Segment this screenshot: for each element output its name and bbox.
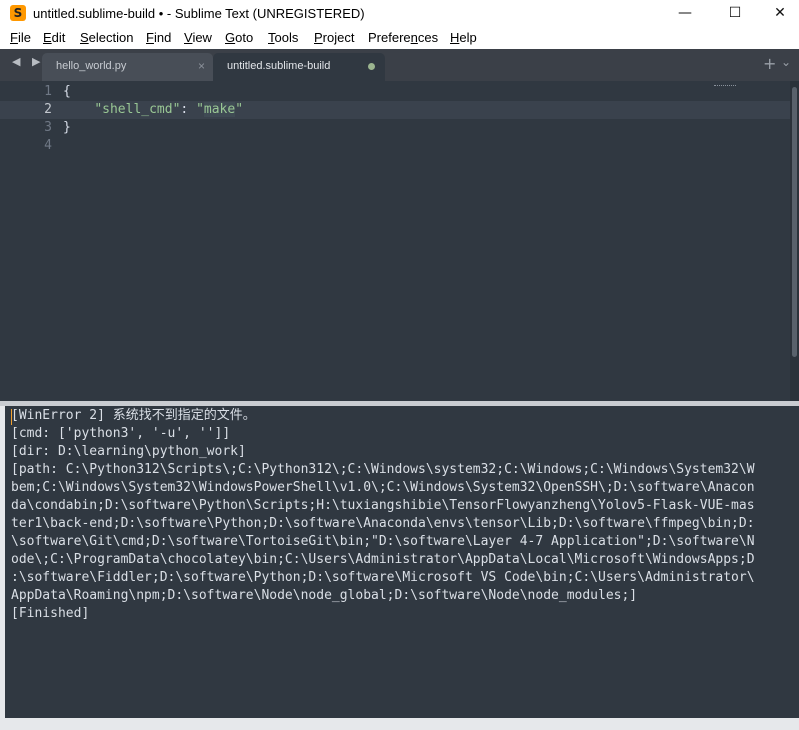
menu-tools[interactable]: Tools: [268, 30, 298, 45]
output-line: [dir: D:\learning\python_work]: [11, 444, 246, 459]
status-bar: [0, 718, 799, 730]
menu-edit[interactable]: Edit: [43, 30, 65, 45]
unsaved-dot-icon[interactable]: [368, 63, 375, 70]
output-line: AppData\Roaming\npm;D:\software\Node\nod…: [11, 588, 638, 603]
menu-file[interactable]: File: [10, 30, 31, 45]
tab-label: untitled.sublime-build: [227, 60, 331, 72]
output-line: :\software\Fiddler;D:\software\Python;D:…: [11, 570, 755, 585]
sublime-text-logo-icon: S: [10, 5, 26, 21]
tab-nav-arrows-icon[interactable]: ◀ ▶: [12, 55, 44, 68]
line-number: 2: [44, 102, 52, 117]
line-number: 4: [44, 138, 52, 153]
tab-bar: ◀ ▶ hello_world.py × untitled.sublime-bu…: [0, 49, 799, 81]
code-editor[interactable]: 1 2 3 4 { "shell_cmd": "make" }: [0, 81, 790, 401]
minimize-button[interactable]: —: [662, 0, 708, 28]
menu-view[interactable]: View: [184, 30, 212, 45]
code-line: }: [63, 120, 71, 135]
json-key: "shell_cmd": [94, 102, 181, 117]
line-number: 1: [44, 84, 52, 99]
menu-selection[interactable]: Selection: [80, 30, 133, 45]
menu-bar: File Edit Selection Find View Goto Tools…: [0, 28, 799, 48]
output-line: [WinError 2] 系统找不到指定的文件。: [11, 408, 256, 423]
minimap[interactable]: [714, 85, 736, 89]
menu-find[interactable]: Find: [146, 30, 171, 45]
line-number: 3: [44, 120, 52, 135]
tab-close-icon[interactable]: ×: [198, 59, 205, 73]
menu-preferences[interactable]: Preferences: [368, 30, 438, 45]
new-tab-icon[interactable]: +: [763, 54, 776, 73]
build-output-panel[interactable]: [WinError 2] 系统找不到指定的文件。 [cmd: ['python3…: [5, 406, 799, 718]
output-line: bem;C:\Windows\System32\WindowsPowerShel…: [11, 480, 755, 495]
close-button[interactable]: ✕: [757, 0, 799, 28]
code-line: "shell_cmd": "make": [94, 102, 244, 117]
menu-goto[interactable]: Goto: [225, 30, 253, 45]
output-line: [Finished]: [11, 606, 90, 621]
tab-hello-world[interactable]: hello_world.py ×: [42, 53, 213, 81]
output-line: [cmd: ['python3', '-u', '']]: [11, 426, 231, 441]
code-line: {: [63, 84, 71, 99]
tab-untitled-sublime-build[interactable]: untitled.sublime-build: [213, 53, 385, 81]
output-line: da\condabin;D:\software\Python\Scripts;H…: [11, 498, 755, 513]
output-line: ode\;C:\ProgramData\chocolatey\bin;C:\Us…: [11, 552, 755, 567]
maximize-button[interactable]: ☐: [712, 0, 758, 28]
output-line: ter1\back-end;D:\software\Python;D:\soft…: [11, 516, 755, 531]
json-value: make: [203, 102, 236, 117]
output-line: [path: C:\Python312\Scripts\;C:\Python31…: [11, 462, 755, 477]
menu-project[interactable]: Project: [314, 30, 354, 45]
title-bar: S untitled.sublime-build • - Sublime Tex…: [0, 0, 799, 28]
window-title: untitled.sublime-build • - Sublime Text …: [33, 6, 365, 21]
editor-scrollbar[interactable]: [790, 81, 799, 401]
tab-label: hello_world.py: [56, 60, 127, 72]
output-line: \software\Git\cmd;D:\software\TortoiseGi…: [11, 534, 755, 549]
menu-help[interactable]: Help: [450, 30, 477, 45]
tab-overflow-icon[interactable]: ⌄: [781, 55, 791, 69]
scrollbar-thumb[interactable]: [792, 87, 797, 357]
